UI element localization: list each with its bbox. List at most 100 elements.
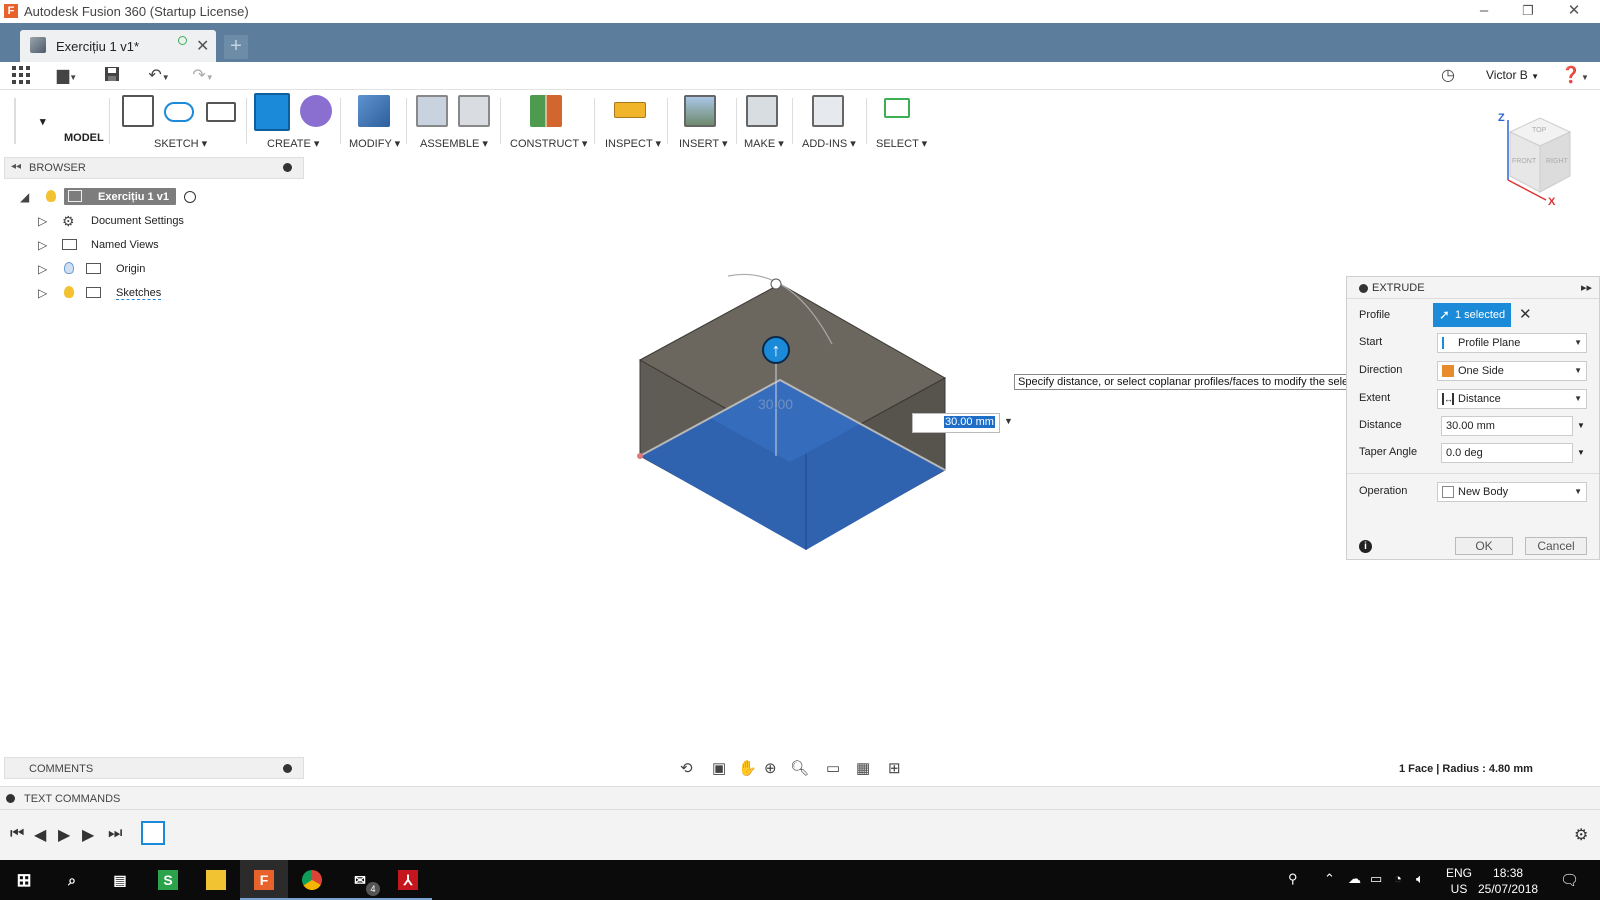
step-forward-icon[interactable]: ▶ <box>82 825 94 845</box>
taskbar-clock[interactable]: 18:38 25/07/2018 <box>1478 865 1538 897</box>
insert-image-icon[interactable] <box>684 95 716 127</box>
battery-icon[interactable]: ▭ <box>1370 871 1382 887</box>
joint-icon[interactable] <box>458 95 490 127</box>
create-menu[interactable]: CREATE ▾ <box>267 137 319 150</box>
close-tab-icon[interactable]: ✕ <box>196 36 209 56</box>
search-button[interactable]: ⌕ <box>48 860 96 900</box>
form-tool-icon[interactable] <box>300 95 332 127</box>
start-select[interactable]: Profile Plane ▼ <box>1437 333 1587 353</box>
addins-menu[interactable]: ADD-INS ▾ <box>802 137 856 150</box>
extent-select[interactable]: ↔ Distance ▼ <box>1437 389 1587 409</box>
go-to-start-icon[interactable]: ⏮ <box>10 825 24 843</box>
collapse-browser-icon[interactable]: ◂◂ <box>11 161 21 172</box>
visibility-bulb-icon[interactable] <box>46 190 56 202</box>
extrude-preview-model[interactable]: ↑ 30.00 <box>620 270 960 570</box>
wifi-icon[interactable]: ◔ <box>1394 871 1402 886</box>
browser-item-sketches[interactable]: ▷ Sketches <box>0 282 300 304</box>
text-commands-bar[interactable]: TEXT COMMANDS <box>0 786 1600 810</box>
modify-menu[interactable]: MODIFY ▾ <box>349 137 400 150</box>
minimize-button[interactable]: – <box>1462 0 1506 23</box>
viewports-icon[interactable]: ⊞ <box>888 759 901 777</box>
expand-triangle-icon[interactable]: ▷ <box>38 286 47 300</box>
volume-icon[interactable]: 🔈︎ <box>1416 871 1424 887</box>
offset-plane-icon[interactable] <box>530 95 562 127</box>
scripts-addins-icon[interactable] <box>812 95 844 127</box>
distance-input[interactable]: 30.00 mm <box>1441 416 1573 436</box>
display-settings-icon[interactable]: ▭ <box>826 759 840 777</box>
workspace-switcher[interactable]: MODEL ▾ <box>14 98 110 144</box>
browser-panel-header[interactable]: ◂◂ BROWSER <box>4 157 304 179</box>
create-sketch-icon[interactable] <box>122 95 154 127</box>
taper-dropdown-icon[interactable]: ▼ <box>1577 448 1585 457</box>
timeline-sketch-feature-icon[interactable] <box>141 821 165 845</box>
distance-manipulator-arrow-icon[interactable]: ↑ <box>762 336 790 364</box>
taskbar-fusion360[interactable]: F <box>240 860 288 900</box>
make-menu[interactable]: MAKE ▾ <box>744 137 784 150</box>
viewcube[interactable]: Z X TOP FRONT RIGHT <box>1490 108 1600 212</box>
insert-menu[interactable]: INSERT ▾ <box>679 137 728 150</box>
document-tab[interactable]: Exercițiu 1 v1* ✕ <box>20 30 216 62</box>
expand-triangle-icon[interactable]: ▷ <box>38 214 47 228</box>
browser-item-document-settings[interactable]: ▷ ⚙ Document Settings <box>0 210 300 232</box>
viewcube-top-face[interactable]: TOP <box>1532 127 1546 134</box>
expand-text-commands-icon[interactable] <box>6 794 15 803</box>
rectangle-tool-icon[interactable] <box>206 102 236 122</box>
zoom-window-icon[interactable]: 🔍︎ <box>790 759 809 777</box>
action-center-icon[interactable]: 🗨︎ <box>1560 871 1579 889</box>
undo-icon[interactable]: ↶▼ <box>142 66 176 86</box>
help-icon[interactable]: ❓▼ <box>1560 66 1590 86</box>
visibility-bulb-icon[interactable] <box>64 286 74 298</box>
operation-select[interactable]: New Body ▼ <box>1437 482 1587 502</box>
data-panel-grid-icon[interactable] <box>10 66 32 86</box>
job-status-clock-icon[interactable]: ◷ <box>1438 66 1458 86</box>
info-icon[interactable]: i <box>1359 540 1372 553</box>
pan-hand-icon[interactable]: ✋ <box>738 759 757 777</box>
cancel-button[interactable]: Cancel <box>1525 537 1587 555</box>
taper-angle-input[interactable]: 0.0 deg <box>1441 443 1573 463</box>
line-tool-icon[interactable] <box>164 102 194 122</box>
construct-menu[interactable]: CONSTRUCT ▾ <box>510 137 587 150</box>
taskbar-file-explorer[interactable] <box>192 860 240 900</box>
inline-distance-value[interactable]: 30.00 mm <box>944 416 995 428</box>
file-menu-icon[interactable]: ▆▼ <box>52 66 82 86</box>
assemble-menu[interactable]: ASSEMBLE ▾ <box>420 137 488 150</box>
orbit-icon[interactable]: ⟲ <box>680 759 693 777</box>
user-account-menu[interactable]: Victor B ▼ <box>1486 68 1539 82</box>
sketch-menu[interactable]: SKETCH ▾ <box>154 137 207 150</box>
restore-button[interactable]: ❐ <box>1506 0 1550 23</box>
measure-icon[interactable] <box>614 102 646 118</box>
taskbar-app-s[interactable]: S <box>144 860 192 900</box>
browser-minimize-icon[interactable] <box>283 163 292 172</box>
show-hidden-icons-chevron-icon[interactable]: ⌃ <box>1324 871 1335 887</box>
select-window-icon[interactable] <box>884 98 910 118</box>
zoom-icon[interactable]: ⊕ <box>764 759 777 777</box>
new-component-icon[interactable] <box>416 95 448 127</box>
expand-triangle-icon[interactable]: ▷ <box>38 262 47 276</box>
start-button[interactable]: ⊞ <box>0 860 48 900</box>
collapse-triangle-icon[interactable]: ◢ <box>20 190 29 204</box>
comments-panel-header[interactable]: COMMENTS <box>4 757 304 779</box>
distance-dropdown-icon[interactable]: ▼ <box>1577 421 1585 430</box>
extrude-tool-icon[interactable] <box>254 93 290 131</box>
direction-select[interactable]: One Side ▼ <box>1437 361 1587 381</box>
3d-print-icon[interactable] <box>746 95 778 127</box>
step-back-icon[interactable]: ◀ <box>34 825 46 845</box>
redo-icon[interactable]: ↷▼ <box>186 66 220 86</box>
dialog-expand-icon[interactable]: ▸▸ <box>1581 281 1592 294</box>
grid-settings-icon[interactable]: ▦ <box>856 759 870 777</box>
expand-triangle-icon[interactable]: ▷ <box>38 238 47 252</box>
new-tab-button[interactable]: + <box>224 35 248 59</box>
save-icon[interactable] <box>102 66 122 86</box>
taskbar-mail[interactable]: ✉ 4 <box>336 860 384 900</box>
dialog-collapse-icon[interactable] <box>1359 284 1368 293</box>
task-view-button[interactable]: ▤ <box>96 860 144 900</box>
extrude-dialog-header[interactable]: EXTRUDE ▸▸ <box>1347 277 1599 299</box>
browser-root-node[interactable]: ◢ Exercițiu 1 v1 <box>0 186 300 208</box>
ok-button[interactable]: OK <box>1455 537 1513 555</box>
add-comment-icon[interactable] <box>283 764 292 773</box>
inline-distance-input[interactable]: 30.00 mm ▼ <box>912 413 1020 435</box>
timeline-settings-gear-icon[interactable]: ⚙ <box>1574 825 1588 845</box>
browser-item-origin[interactable]: ▷ Origin <box>0 258 300 280</box>
clear-selection-icon[interactable]: ✕ <box>1519 305 1532 323</box>
visibility-bulb-icon[interactable] <box>64 262 74 274</box>
